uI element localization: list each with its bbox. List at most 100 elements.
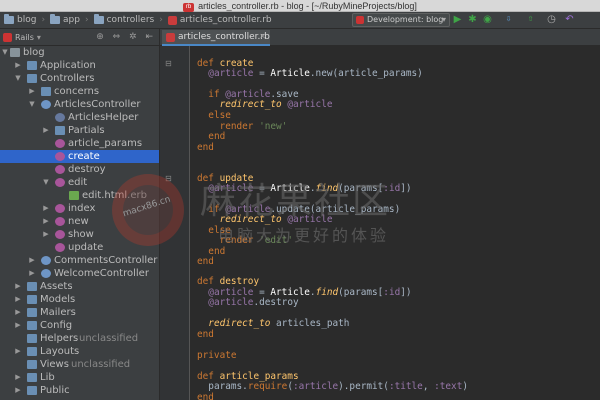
folder-icon [27,386,37,395]
breadcrumb-controllers[interactable]: controllers [90,12,159,29]
tree-item-new[interactable]: ▶ new [0,215,159,228]
chevron-right-icon[interactable]: ▶ [28,85,36,98]
tree-item-helpers[interactable]: Helpers unclassified [0,332,159,345]
vcs-update-icon[interactable]: ⇩ [503,14,514,25]
chevron-right-icon[interactable]: ▶ [14,319,22,332]
helper-icon [55,113,65,122]
revert-icon[interactable]: ↶ [564,14,575,25]
breadcrumb-file[interactable]: articles_controller.rb [164,12,276,29]
breadcrumb-blog[interactable]: blog [0,12,40,29]
tree-item-edit-html-erb[interactable]: edit.html.erb [0,189,159,202]
tree-item-welcomecontroller[interactable]: ▶ WelcomeController [0,267,159,280]
tree-label: destroy [68,164,106,175]
folder-icon [55,126,65,135]
folder-icon [27,282,37,291]
window-title-text: articles_controller.rb - blog - [~/RubyM… [198,1,417,11]
tree-item-config[interactable]: ▶ Config [0,319,159,332]
folder-icon [27,295,37,304]
sidebar-view-select[interactable]: Rails [15,33,34,42]
tree-item-articleshelper[interactable]: ArticlesHelper [0,111,159,124]
tree-note: unclassified [71,359,131,370]
project-icon [10,48,20,57]
controller-icon [41,100,51,109]
tree-label: update [68,242,104,253]
tree-item-models[interactable]: ▶ Models [0,293,159,306]
chevron-right-icon: › [85,15,89,25]
tab-articles-controller[interactable]: articles_controller.rb ✕ [162,30,270,46]
code-line: end [197,329,214,340]
tree-item-articlescontroller[interactable]: ▼ ArticlesController [0,98,159,111]
chevron-right-icon: › [41,15,46,25]
chevron-right-icon[interactable]: ▶ [28,254,36,267]
chevron-right-icon[interactable]: ▶ [14,306,22,319]
tree-item-assets[interactable]: ▶ Assets [0,280,159,293]
editor-gutter: ⊟ ⊟ [160,46,190,400]
tree-item-concerns[interactable]: ▶ concerns [0,85,159,98]
method-icon [55,139,65,148]
close-icon[interactable]: ✕ [259,30,266,44]
tree-label: Mailers [40,307,76,318]
tree-item-index[interactable]: ▶ index [0,202,159,215]
chevron-right-icon[interactable]: ▶ [14,280,22,293]
tree-item-commentscontroller[interactable]: ▶ CommentsController [0,254,159,267]
chevron-right-icon[interactable]: ▶ [42,202,50,215]
tree-item-partials[interactable]: ▶ Partials [0,124,159,137]
tree-item-layouts[interactable]: ▶ Layouts [0,345,159,358]
tree-label: concerns [54,86,100,97]
tree-item-update[interactable]: update [0,241,159,254]
controller-icon [41,256,51,265]
code-editor[interactable]: def create @article = Article.new(articl… [190,46,600,400]
tree-item-application[interactable]: ▶ Application [0,59,159,72]
tree-item-blog[interactable]: ▼ blog [0,46,159,59]
chevron-down-icon[interactable]: ▼ [1,46,9,59]
chevron-down-icon[interactable]: ▾ [37,33,41,42]
chevron-right-icon: › [159,15,163,25]
coverage-icon[interactable]: ◉ [482,14,493,25]
tree-label: ArticlesController [54,99,141,110]
tree-item-views[interactable]: Views unclassified [0,358,159,371]
chevron-right-icon[interactable]: ▶ [42,228,50,241]
chevron-right-icon[interactable]: ▶ [14,345,22,358]
chevron-down-icon[interactable]: ▼ [14,72,22,85]
sidebar-tools[interactable]: ⊕ ⇔ ✲ ⇤ [96,32,156,42]
tree-item-edit[interactable]: ▼ edit [0,176,159,189]
code-area[interactable]: def create @article = Article.new(articl… [190,46,468,400]
tree-label: Public [40,385,70,396]
tree-item-lib[interactable]: ▶ Lib [0,371,159,384]
editor-tabbar: articles_controller.rb ✕ [160,29,600,46]
folder-icon [27,360,37,369]
controller-icon [41,269,51,278]
method-icon [55,243,65,252]
tree-item-article-params[interactable]: article_params [0,137,159,150]
chevron-right-icon[interactable]: ▶ [14,59,22,72]
tree-label: ArticlesHelper [68,112,139,123]
tree-item-public[interactable]: ▶ Public [0,384,159,397]
chevron-right-icon[interactable]: ▶ [28,267,36,280]
tree-label: create [68,151,100,162]
tree-label: blog [23,47,45,58]
breadcrumb-label: articles_controller.rb [179,15,272,25]
run-configuration-select[interactable]: Development: blog ▾ [352,13,450,27]
tree-item-show[interactable]: ▶ show [0,228,159,241]
run-configuration-label: Development: blog [367,15,444,24]
chevron-right-icon[interactable]: ▶ [14,384,22,397]
method-icon [55,204,65,213]
tree-item-controllers[interactable]: ▼ Controllers [0,72,159,85]
chevron-down-icon[interactable]: ▼ [42,176,50,189]
debug-icon[interactable]: ✱ [467,14,478,25]
run-icon[interactable]: ▶ [452,14,463,25]
chevron-right-icon[interactable]: ▶ [14,293,22,306]
breadcrumb-app[interactable]: app [46,12,84,29]
history-icon[interactable]: ◷ [546,14,557,25]
chevron-down-icon[interactable]: ▼ [28,98,36,111]
vcs-commit-icon[interactable]: ⇧ [525,14,536,25]
tree-label: Controllers [40,73,95,84]
chevron-right-icon[interactable]: ▶ [14,371,22,384]
chevron-right-icon[interactable]: ▶ [42,215,50,228]
tree-label: CommentsController [54,255,158,266]
tree-item-mailers[interactable]: ▶ Mailers [0,306,159,319]
chevron-right-icon[interactable]: ▶ [42,124,50,137]
tree-item-destroy[interactable]: destroy [0,163,159,176]
tree-item-create[interactable]: create [0,150,159,163]
tree-label: Layouts [40,346,80,357]
